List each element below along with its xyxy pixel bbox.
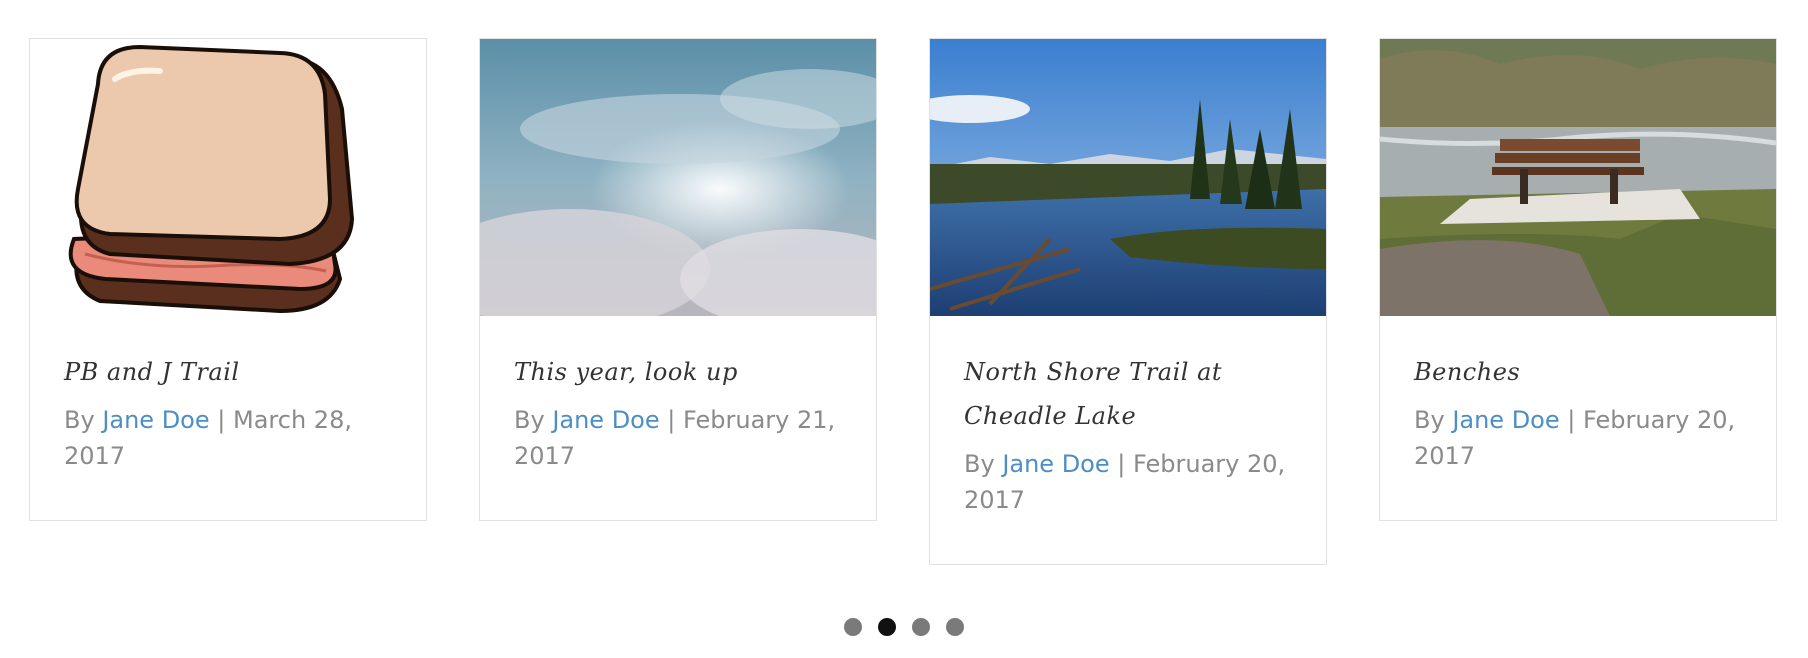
- post-card: PB and J Trail By Jane Doe | March 28, 2…: [29, 38, 427, 521]
- bench-by-river-photo: [1380, 39, 1776, 316]
- post-card-body: Benches By Jane Doe | February 20, 2017: [1380, 316, 1776, 520]
- post-card-body: This year, look up By Jane Doe | Februar…: [480, 316, 876, 520]
- post-thumbnail-bench[interactable]: [1380, 39, 1776, 316]
- post-title[interactable]: This year, look up: [514, 350, 842, 394]
- post-card-body: North Shore Trail at Cheadle Lake By Jan…: [930, 316, 1326, 564]
- meta-separator: |: [667, 406, 676, 434]
- pagination-dot-4[interactable]: [946, 618, 964, 636]
- pagination-dot-3[interactable]: [912, 618, 930, 636]
- post-card-body: PB and J Trail By Jane Doe | March 28, 2…: [30, 316, 426, 520]
- post-meta: By Jane Doe | February 20, 2017: [964, 446, 1292, 518]
- post-carousel: PB and J Trail By Jane Doe | March 28, 2…: [0, 0, 1808, 658]
- post-card: North Shore Trail at Cheadle Lake By Jan…: [929, 38, 1327, 565]
- pagination-dot-1[interactable]: [844, 618, 862, 636]
- by-label: By: [64, 406, 95, 434]
- post-title[interactable]: PB and J Trail: [64, 350, 392, 394]
- meta-separator: |: [1567, 406, 1576, 434]
- post-card: Benches By Jane Doe | February 20, 2017: [1379, 38, 1777, 521]
- author-link[interactable]: Jane Doe: [102, 406, 209, 434]
- post-meta: By Jane Doe | February 20, 2017: [1414, 402, 1742, 474]
- cloudy-sky-photo: [480, 39, 876, 316]
- post-thumbnail-sandwich[interactable]: [30, 39, 426, 316]
- pagination-dot-2[interactable]: [878, 618, 896, 636]
- meta-separator: |: [1117, 450, 1126, 478]
- post-thumbnail-sky[interactable]: [480, 39, 876, 316]
- meta-separator: |: [217, 406, 226, 434]
- post-meta: By Jane Doe | February 21, 2017: [514, 402, 842, 474]
- post-title[interactable]: North Shore Trail at Cheadle Lake: [964, 350, 1292, 438]
- by-label: By: [964, 450, 995, 478]
- post-title[interactable]: Benches: [1414, 350, 1742, 394]
- author-link[interactable]: Jane Doe: [1452, 406, 1559, 434]
- carousel-pagination: [0, 618, 1808, 636]
- sandwich-illustration: [30, 39, 426, 316]
- author-link[interactable]: Jane Doe: [552, 406, 659, 434]
- by-label: By: [514, 406, 545, 434]
- post-card: This year, look up By Jane Doe | Februar…: [479, 38, 877, 521]
- by-label: By: [1414, 406, 1445, 434]
- author-link[interactable]: Jane Doe: [1002, 450, 1109, 478]
- post-thumbnail-lake[interactable]: [930, 39, 1326, 316]
- post-cards: PB and J Trail By Jane Doe | March 28, 2…: [29, 38, 1777, 565]
- lake-photo: [930, 39, 1326, 316]
- post-meta: By Jane Doe | March 28, 2017: [64, 402, 392, 474]
